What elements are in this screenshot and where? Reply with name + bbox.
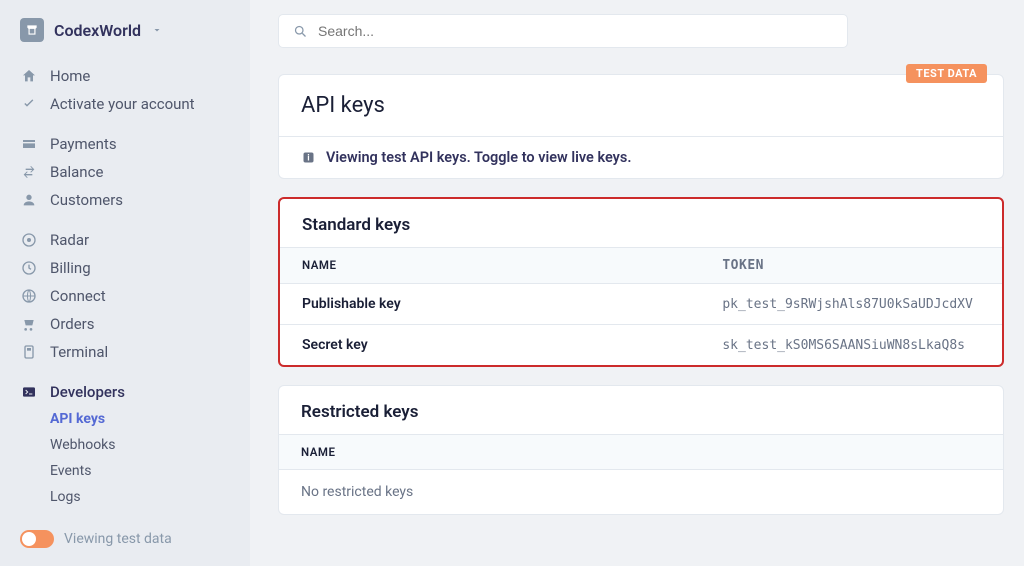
sidebar-subitem-label: API keys [50, 411, 105, 427]
sidebar-item-label: Activate your account [50, 95, 195, 113]
sidebar-item-payments[interactable]: Payments [0, 130, 250, 158]
sidebar-item-radar[interactable]: Radar [0, 226, 250, 254]
key-name: Secret key [302, 337, 722, 353]
sidebar-item-balance[interactable]: Balance [0, 158, 250, 186]
search-input[interactable] [278, 14, 848, 48]
sidebar-item-label: Billing [50, 259, 91, 277]
svg-text:i: i [307, 153, 309, 163]
sidebar-subitem-events[interactable]: Events [0, 458, 250, 484]
sidebar-item-label: Radar [50, 231, 89, 249]
page-title: API keys [279, 75, 1003, 136]
home-icon [20, 67, 38, 85]
check-icon [20, 95, 38, 113]
sidebar-item-label: Home [50, 67, 90, 85]
org-name: CodexWorld [54, 21, 141, 40]
radar-icon [20, 231, 38, 249]
org-switcher[interactable]: CodexWorld [0, 18, 250, 56]
card-icon [20, 135, 38, 153]
user-icon [20, 191, 38, 209]
sidebar-item-customers[interactable]: Customers [0, 186, 250, 214]
table-header: NAME [279, 434, 1003, 470]
col-name-header: NAME [301, 445, 723, 459]
empty-state: No restricted keys [279, 470, 1003, 514]
sidebar-item-label: Orders [50, 315, 95, 333]
table-row[interactable]: Secret key sk_test_kS0MS6SAANSiuWN8sLkaQ… [280, 325, 1002, 365]
section-title: Standard keys [280, 199, 1002, 247]
sidebar: CodexWorld Home Activate your account [0, 0, 250, 566]
sidebar-item-label: Balance [50, 163, 103, 181]
sidebar-subitem-label: Events [50, 463, 91, 479]
search-icon [293, 24, 308, 39]
key-token[interactable]: sk_test_kS0MS6SAANSiuWN8sLkaQ8s [722, 338, 980, 353]
api-keys-card: TEST DATA API keys i Viewing test API ke… [278, 74, 1004, 179]
test-data-badge: TEST DATA [906, 64, 987, 83]
sidebar-item-activate[interactable]: Activate your account [0, 90, 250, 118]
sidebar-subitem-apikeys[interactable]: API keys [0, 406, 250, 432]
search-field[interactable] [318, 23, 833, 39]
col-token-header: TOKEN [722, 258, 980, 273]
sidebar-item-home[interactable]: Home [0, 62, 250, 90]
sidebar-subitem-logs[interactable]: Logs [0, 484, 250, 510]
sidebar-item-connect[interactable]: Connect [0, 282, 250, 310]
table-header: NAME TOKEN [280, 247, 1002, 284]
sidebar-item-label: Customers [50, 191, 123, 209]
sidebar-subitem-label: Logs [50, 489, 81, 505]
sidebar-item-label: Terminal [50, 343, 108, 361]
test-keys-notice: i Viewing test API keys. Toggle to view … [279, 136, 1003, 178]
sidebar-item-billing[interactable]: Billing [0, 254, 250, 282]
terminal-icon [20, 383, 38, 401]
sidebar-item-label: Payments [50, 135, 117, 153]
col-name-header: NAME [302, 258, 722, 273]
store-icon [20, 18, 44, 42]
sidebar-item-label: Developers [50, 383, 125, 401]
info-icon: i [301, 150, 316, 165]
sidebar-subitem-webhooks[interactable]: Webhooks [0, 432, 250, 458]
chevron-down-icon [151, 24, 163, 36]
test-toggle-label: Viewing test data [64, 531, 172, 547]
key-name: Publishable key [302, 296, 722, 312]
key-token[interactable]: pk_test_9sRWjshAls87U0kSaUDJcdXV [722, 297, 980, 312]
toggle-switch-icon[interactable] [20, 530, 54, 548]
transfer-icon [20, 163, 38, 181]
main-content: TEST DATA API keys i Viewing test API ke… [250, 0, 1024, 566]
sidebar-item-developers[interactable]: Developers [0, 378, 250, 406]
globe-icon [20, 287, 38, 305]
sidebar-item-orders[interactable]: Orders [0, 310, 250, 338]
restricted-keys-section: Restricted keys NAME No restricted keys [278, 385, 1004, 515]
clock-icon [20, 259, 38, 277]
terminal-device-icon [20, 343, 38, 361]
sidebar-subitem-label: Webhooks [50, 437, 116, 453]
table-row[interactable]: Publishable key pk_test_9sRWjshAls87U0kS… [280, 284, 1002, 325]
test-data-toggle[interactable]: Viewing test data [0, 520, 250, 558]
notice-text: Viewing test API keys. Toggle to view li… [326, 149, 631, 166]
sidebar-item-label: Connect [50, 287, 106, 305]
section-title: Restricted keys [279, 386, 1003, 434]
sidebar-item-terminal[interactable]: Terminal [0, 338, 250, 366]
cart-icon [20, 315, 38, 333]
standard-keys-section: Standard keys NAME TOKEN Publishable key… [278, 197, 1004, 367]
